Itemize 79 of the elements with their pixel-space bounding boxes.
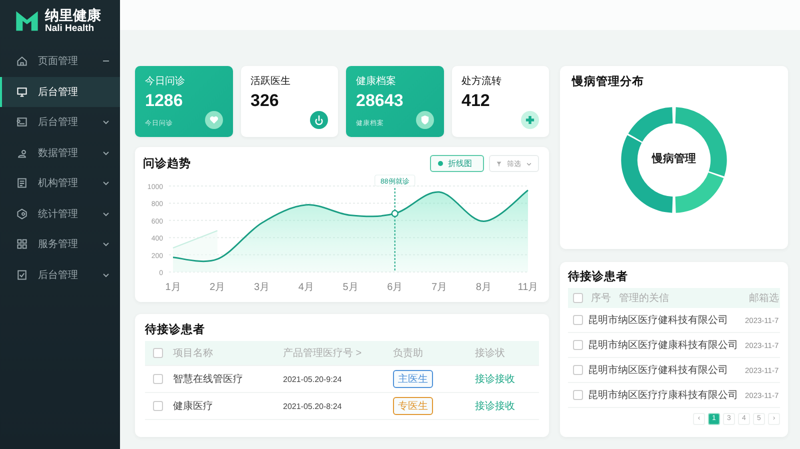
cross-icon (521, 111, 539, 129)
column-header: 接诊状 (475, 346, 506, 360)
table-cell-text: 昆明市纳区医疗健康科技有限公司 (588, 338, 739, 352)
checkbox[interactable] (153, 348, 163, 358)
home-icon (16, 55, 28, 68)
marker-point (391, 210, 398, 218)
x-tick-label: 2月 (210, 282, 226, 293)
checkbox[interactable] (573, 315, 583, 325)
action-link[interactable]: 接诊接收 (475, 399, 539, 413)
chevron-down-icon (102, 240, 110, 248)
grid-icon (16, 238, 28, 250)
table-cell-text: 昆明市纳区医疗疗康科技有限公司 (588, 388, 739, 402)
table-cell-text: 智慧在线管医疗 (173, 372, 244, 386)
sidebar-item[interactable]: 页面管理 (0, 46, 120, 76)
x-tick-label: 11月 (518, 282, 538, 293)
filter-icon (496, 160, 502, 166)
table-cell-text: 昆明市纳区医疗健科技有限公司 (588, 314, 729, 327)
column-header: 序号 (591, 292, 612, 305)
checkbox[interactable] (573, 293, 583, 303)
x-tick-label: 1月 (165, 282, 181, 293)
checkbox[interactable] (153, 401, 163, 411)
role-tag: 主医生 (393, 370, 433, 388)
chevron-down-icon (102, 270, 110, 279)
checkbox[interactable] (153, 374, 163, 384)
donut-center-label: 慢病管理 (650, 152, 697, 166)
x-tick-label: 6月 (387, 282, 403, 293)
chevron-down-icon (102, 118, 110, 126)
table-cell-text: 健康医疗 (173, 400, 214, 413)
sidebar-item[interactable]: 后台管理 (0, 76, 120, 107)
shield-icon (416, 111, 434, 129)
chevron-down-icon (102, 179, 110, 188)
monitor-icon (16, 86, 28, 98)
x-tick-label: 5月 (342, 282, 358, 293)
brand-subtitle: Nali Health (45, 23, 96, 34)
marker-tooltip (374, 174, 416, 186)
sidebar-item[interactable]: 机构管理 (0, 168, 120, 198)
checkbox[interactable] (573, 340, 583, 350)
brand-name: 纳里健康 (45, 8, 101, 23)
check-icon (16, 268, 28, 281)
column-header: 项目名称 (173, 347, 214, 360)
card-title: 慢病管理分布 (572, 74, 645, 89)
table-cell-text: 2021-05.20-9:24 (283, 374, 343, 384)
x-tick-label: 7月 (431, 282, 448, 293)
stat-title: 处方流转 (462, 74, 502, 88)
action-link[interactable]: 接诊接收 (475, 372, 539, 386)
column-header: 负责助 (393, 346, 424, 360)
checkbox[interactable] (573, 365, 583, 375)
sidebar-item[interactable]: 服务管理 (0, 229, 120, 260)
x-tick-label: 4月 (298, 282, 314, 293)
role-tag: 专医生 (393, 397, 433, 415)
column-header: 管理的关信 (619, 292, 670, 305)
stat-value: 1286 (145, 91, 184, 111)
card-title: 待接诊患者 (568, 269, 629, 284)
target-icon (16, 208, 28, 220)
checkbox[interactable] (573, 390, 583, 400)
sidebar-item[interactable]: 数据管理 (0, 138, 120, 168)
doc-icon (16, 177, 28, 190)
stat-title: 活跃医生 (250, 74, 292, 88)
table-cell-text: 2021-05.20-8:24 (283, 402, 343, 410)
card-icon (16, 116, 28, 128)
x-tick-label: 3月 (254, 282, 270, 293)
card-title: 待接诊患者 (145, 322, 206, 337)
sidebar-item[interactable]: 统计管理 (0, 198, 120, 229)
stat-value: 412 (462, 91, 491, 111)
table-cell-text: 昆明市纳区医疗健科技有限公司 (588, 364, 729, 377)
chevron-down-icon (102, 210, 110, 218)
sidebar-item[interactable]: 后台管理 (0, 107, 120, 138)
stat-value: 28643 (356, 91, 404, 111)
column-header: 产品管理医疗号 > (283, 346, 363, 360)
x-tick-label: 8月 (476, 282, 492, 293)
stat-title: 健康档案 (356, 74, 397, 88)
column-header: 邮箱选 (749, 292, 779, 305)
stat-title: 今日问诊 (145, 75, 186, 88)
card-title: 问诊趋势 (143, 156, 192, 171)
stat-value: 326 (250, 91, 280, 111)
sidebar-item[interactable]: 后台管理 (0, 260, 120, 290)
chevron-down-icon (102, 148, 110, 157)
chevron-down-icon (526, 160, 532, 166)
chart-type-toggle[interactable]: 折线图 (430, 155, 484, 172)
